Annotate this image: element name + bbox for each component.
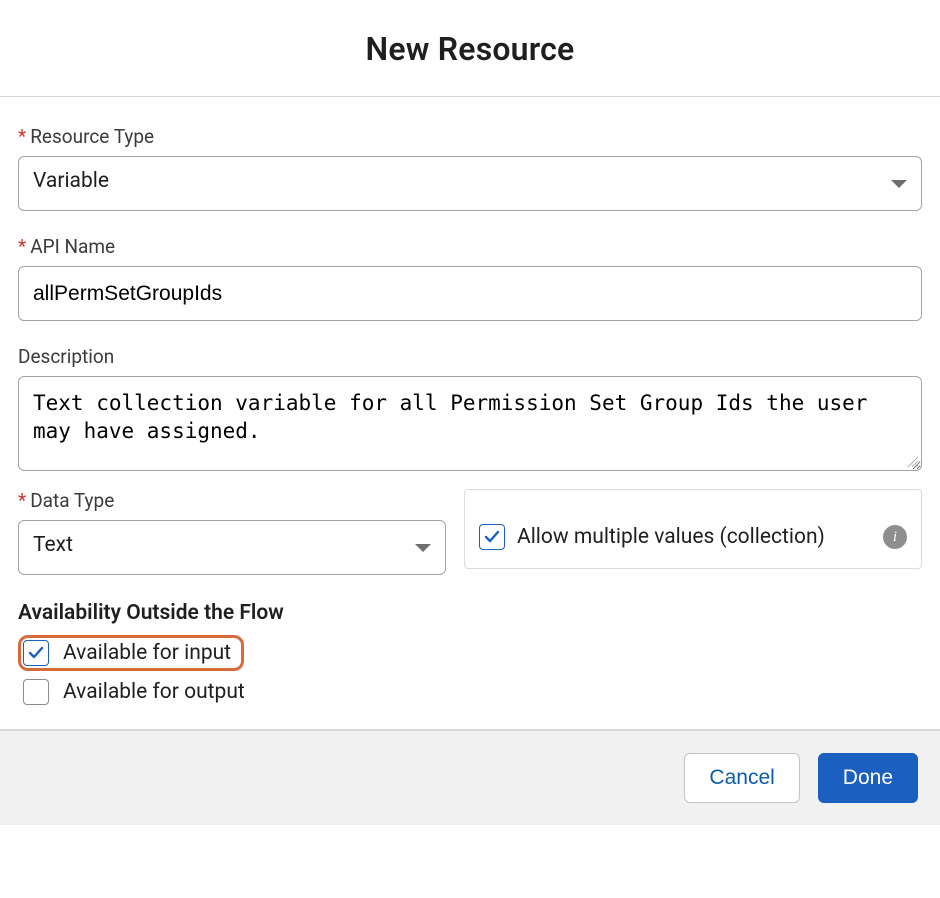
- modal-title: New Resource: [20, 30, 920, 68]
- available-for-output-checkbox[interactable]: [23, 679, 49, 705]
- available-for-output-row: Available for output: [18, 679, 922, 705]
- new-resource-modal: New Resource *Resource Type Variable *AP…: [0, 0, 940, 825]
- available-for-input-row: Available for input: [18, 635, 922, 671]
- data-type-row: *Data Type Text Allow multiple values (c…: [18, 489, 922, 575]
- resource-type-label: *Resource Type: [18, 125, 922, 148]
- modal-body: *Resource Type Variable *API Name Descri…: [0, 97, 940, 729]
- description-textarea[interactable]: [18, 376, 922, 471]
- available-for-input-checkbox[interactable]: [23, 640, 49, 666]
- field-resource-type: *Resource Type Variable: [18, 125, 922, 211]
- availability-section-title: Availability Outside the Flow: [18, 601, 922, 625]
- description-label: Description: [18, 345, 922, 368]
- field-description: Description: [18, 345, 922, 475]
- highlight-annotation: Available for input: [18, 635, 244, 671]
- api-name-label: *API Name: [18, 235, 922, 258]
- cancel-button[interactable]: Cancel: [684, 753, 799, 803]
- field-api-name: *API Name: [18, 235, 922, 321]
- required-asterisk: *: [18, 125, 26, 148]
- done-button[interactable]: Done: [818, 753, 918, 803]
- available-for-output-label: Available for output: [63, 680, 245, 704]
- data-type-select[interactable]: Text: [18, 520, 446, 575]
- field-data-type: *Data Type Text: [18, 489, 446, 575]
- modal-footer: Cancel Done: [0, 729, 940, 825]
- available-for-input-label: Available for input: [63, 641, 231, 665]
- data-type-label: *Data Type: [18, 489, 446, 512]
- allow-multiple-label: Allow multiple values (collection): [517, 525, 825, 549]
- resource-type-select-wrap[interactable]: Variable: [18, 156, 922, 211]
- data-type-select-wrap[interactable]: Text: [18, 520, 446, 575]
- modal-header: New Resource: [0, 0, 940, 96]
- allow-multiple-panel: Allow multiple values (collection) i: [464, 489, 922, 569]
- required-asterisk: *: [18, 235, 26, 258]
- required-asterisk: *: [18, 489, 26, 512]
- allow-multiple-checkbox[interactable]: [479, 524, 505, 550]
- info-icon[interactable]: i: [883, 525, 907, 549]
- api-name-input[interactable]: [18, 266, 922, 321]
- resource-type-select[interactable]: Variable: [18, 156, 922, 211]
